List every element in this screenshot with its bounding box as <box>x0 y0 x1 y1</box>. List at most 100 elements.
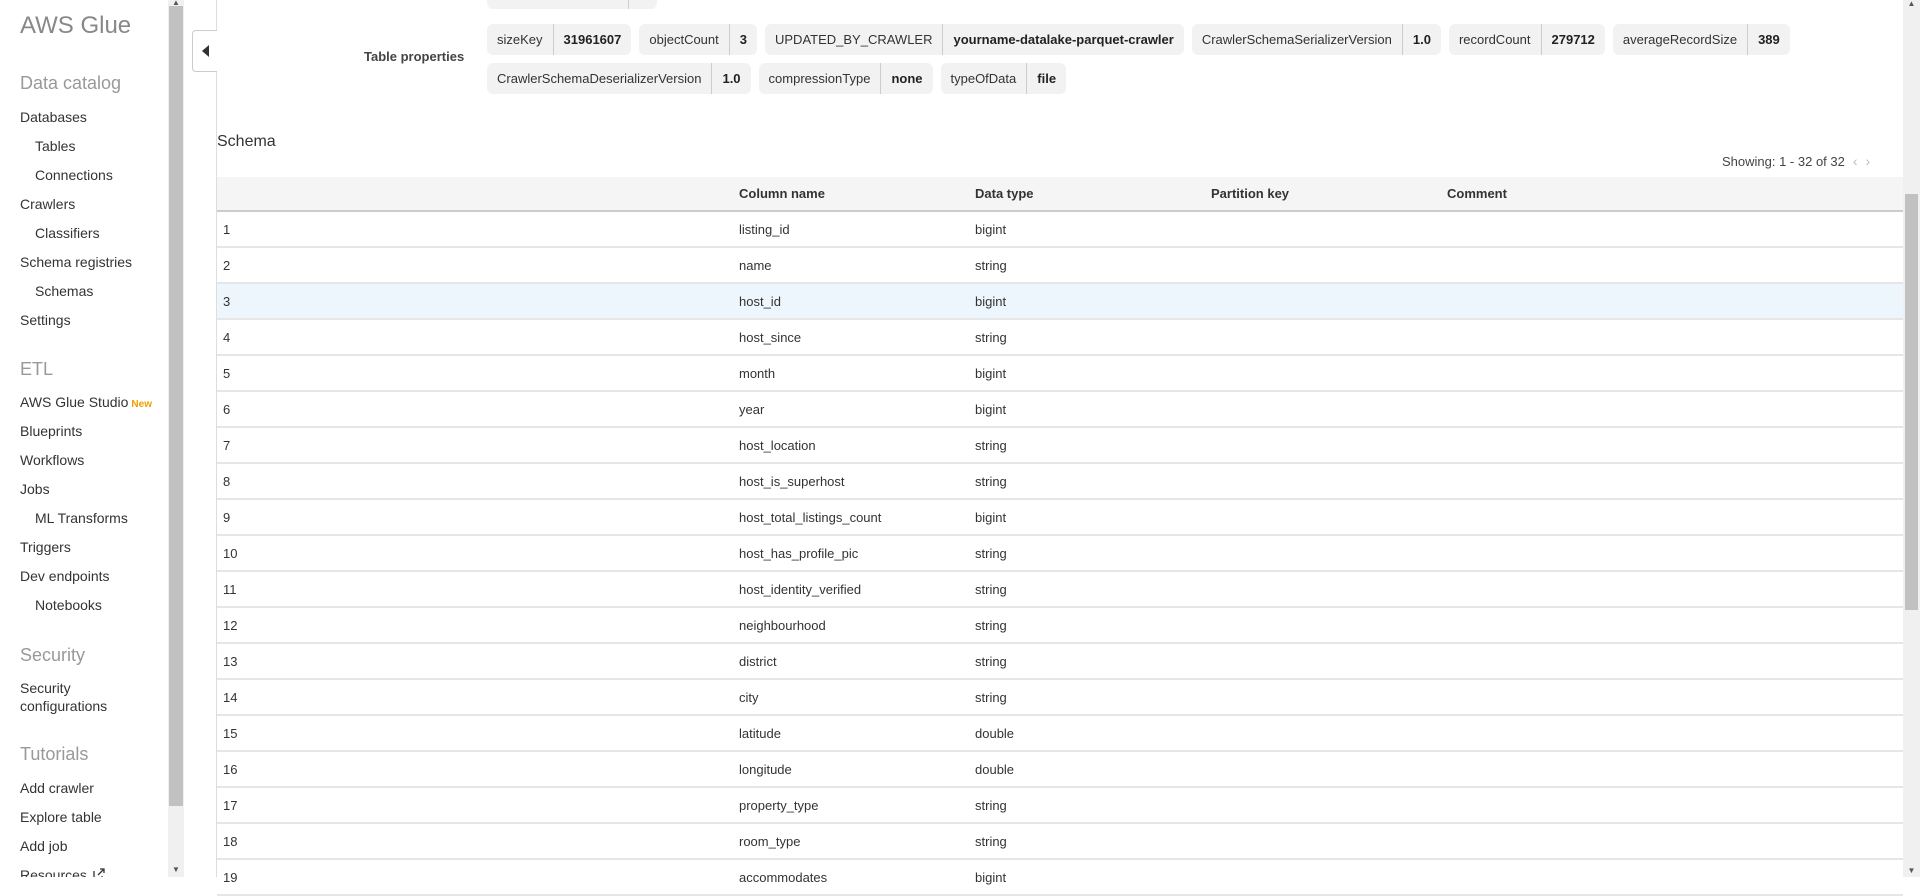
comment-cell <box>1436 536 1903 570</box>
new-badge: New <box>131 399 152 410</box>
table-row[interactable]: 4 host_since string <box>217 320 1903 356</box>
table-row[interactable]: 15 latitude double <box>217 716 1903 752</box>
data-type-cell: string <box>975 473 1007 489</box>
tag-value: 1.0 <box>1401 24 1441 55</box>
data-type-cell: string <box>975 545 1007 561</box>
sidebar-item-ml-transforms[interactable]: ML Transforms <box>35 509 128 527</box>
collapse-sidebar-button[interactable] <box>192 30 217 72</box>
comment-cell <box>1436 248 1903 282</box>
table-row[interactable]: 19 accommodates bigint <box>217 860 1903 896</box>
prev-page-icon[interactable]: ‹ <box>1853 153 1858 169</box>
table-row[interactable]: 7 host_location string <box>217 428 1903 464</box>
table-row[interactable]: 6 year bigint <box>217 392 1903 428</box>
table-row[interactable]: 18 room_type string <box>217 824 1903 860</box>
sidebar-scrollbar-thumb[interactable] <box>169 6 183 806</box>
sidebar-item-classifiers[interactable]: Classifiers <box>35 224 100 242</box>
column-name-cell: latitude <box>739 725 781 741</box>
tag-value: 3 <box>728 24 757 55</box>
comment-cell <box>1436 788 1903 822</box>
sidebar-item-schemas[interactable]: Schemas <box>35 282 93 300</box>
sidebar-nav: AWS Glue Data catalog Databases Tables C… <box>0 0 168 877</box>
row-index-cell: 9 <box>223 509 231 525</box>
comment-cell <box>1436 824 1903 858</box>
partition-key-cell <box>1200 788 1436 822</box>
tag-key: CrawlerSchemaSerializerVersion <box>1201 32 1392 47</box>
sidebar-item-settings[interactable]: Settings <box>20 311 71 329</box>
table-row[interactable]: 11 host_identity_verified string <box>217 572 1903 608</box>
sidebar-item-add-crawler[interactable]: Add crawler <box>20 779 94 797</box>
sidebar-item-resources[interactable]: Resources <box>20 866 105 877</box>
property-tag: recordCount 279712 <box>1448 24 1605 55</box>
main-scrollbar-thumb[interactable] <box>1905 194 1918 610</box>
previous-property-pill <box>487 0 657 9</box>
partition-key-cell <box>1200 680 1436 714</box>
sidebar-item-triggers[interactable]: Triggers <box>20 538 71 556</box>
comment-cell <box>1436 860 1903 894</box>
sidebar-item-dev-endpoints[interactable]: Dev endpoints <box>20 567 110 585</box>
table-row[interactable]: 8 host_is_superhost string <box>217 464 1903 500</box>
table-row[interactable]: 10 host_has_profile_pic string <box>217 536 1903 572</box>
table-row[interactable]: 1 listing_id bigint <box>217 212 1903 248</box>
comment-cell <box>1436 500 1903 534</box>
property-tag: CrawlerSchemaSerializerVersion 1.0 <box>1191 24 1441 55</box>
table-row[interactable]: 9 host_total_listings_count bigint <box>217 500 1903 536</box>
sidebar-item-jobs[interactable]: Jobs <box>20 480 50 498</box>
row-index-cell: 2 <box>223 257 231 273</box>
security-configurations-line2: configurations <box>20 698 108 714</box>
comment-cell <box>1436 464 1903 498</box>
section-tutorials: Tutorials <box>20 744 89 764</box>
table-row[interactable]: 17 property_type string <box>217 788 1903 824</box>
sidebar-item-blueprints[interactable]: Blueprints <box>20 422 82 440</box>
pagination-status: Showing: 1 - 32 of 32 <box>1722 153 1845 169</box>
partition-key-cell <box>1200 464 1436 498</box>
sidebar-item-databases[interactable]: Databases <box>20 108 87 126</box>
table-row[interactable]: 5 month bigint <box>217 356 1903 392</box>
section-data-catalog: Data catalog <box>20 73 122 93</box>
sidebar-scrollbar[interactable]: ▲ ▼ <box>168 0 184 877</box>
column-header-index <box>217 177 728 210</box>
partition-key-cell <box>1200 392 1436 426</box>
row-index-cell: 4 <box>223 329 231 345</box>
brand-title[interactable]: AWS Glue <box>20 12 131 40</box>
column-name-cell: property_type <box>739 797 819 813</box>
table-row[interactable]: 14 city string <box>217 680 1903 716</box>
column-header-partition-key[interactable]: Partition key <box>1200 177 1436 210</box>
partition-key-cell <box>1200 320 1436 354</box>
column-name-cell: host_has_profile_pic <box>739 545 859 561</box>
scroll-up-arrow-icon[interactable]: ▲ <box>1906 0 1917 8</box>
sidebar-item-tables[interactable]: Tables <box>35 137 75 155</box>
table-row[interactable]: 16 longitude double <box>217 752 1903 788</box>
partition-key-cell <box>1200 752 1436 786</box>
sidebar-item-workflows[interactable]: Workflows <box>20 451 84 469</box>
column-header-data-type[interactable]: Data type <box>964 177 1200 210</box>
sidebar-item-schema-registries[interactable]: Schema registries <box>20 253 132 271</box>
sidebar-item-add-job[interactable]: Add job <box>20 837 67 855</box>
data-type-cell: string <box>975 617 1007 633</box>
tag-value: file <box>1026 63 1066 94</box>
next-page-icon[interactable]: › <box>1866 153 1871 169</box>
scroll-down-arrow-icon[interactable]: ▼ <box>1906 867 1917 875</box>
table-row[interactable]: 2 name string <box>217 248 1903 284</box>
sidebar-item-explore-table[interactable]: Explore table <box>20 808 102 826</box>
property-tag: averageRecordSize 389 <box>1612 24 1790 55</box>
column-header-comment[interactable]: Comment <box>1436 177 1903 210</box>
schema-table: Column name Data type Partition key Comm… <box>217 177 1903 896</box>
table-properties-tags: sizeKey 31961607 objectCount 3 UPDATED_BY_… <box>487 24 1817 102</box>
sidebar-item-connections[interactable]: Connections <box>35 166 113 184</box>
column-name-cell: year <box>739 401 765 417</box>
column-header-column-name[interactable]: Column name <box>728 177 964 210</box>
row-index-cell: 5 <box>223 365 231 381</box>
sidebar-item-crawlers[interactable]: Crawlers <box>20 195 75 213</box>
scroll-down-arrow-icon[interactable]: ▼ <box>171 866 181 874</box>
sidebar-item-glue-studio[interactable]: AWS Glue Studio New <box>20 393 152 414</box>
table-row[interactable]: 3 host_id bigint <box>217 284 1903 320</box>
comment-cell <box>1436 752 1903 786</box>
table-row[interactable]: 12 neighbourhood string <box>217 608 1903 644</box>
table-row[interactable]: 13 district string <box>217 644 1903 680</box>
data-type-cell: string <box>975 329 1007 345</box>
sidebar-item-notebooks[interactable]: Notebooks <box>35 596 102 614</box>
sidebar-item-security-configurations[interactable]: Security configurations <box>20 679 107 715</box>
property-tag: compressionType none <box>758 63 933 94</box>
main-scrollbar[interactable]: ▲ ▼ <box>1903 0 1920 877</box>
partition-key-cell <box>1200 644 1436 678</box>
